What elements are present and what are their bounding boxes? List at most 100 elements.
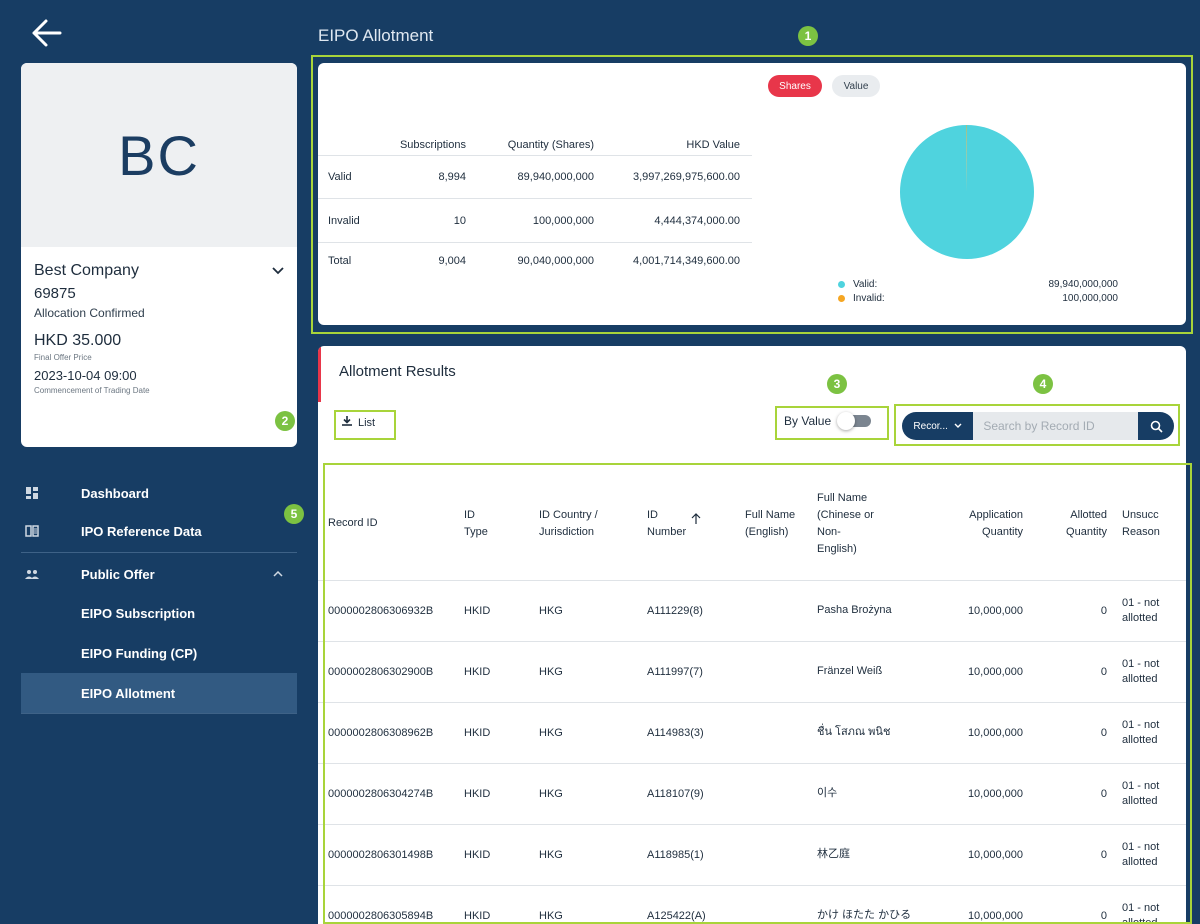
col-application-quantity[interactable]: Application Quantity: [917, 468, 1023, 581]
by-value-toggle[interactable]: By Value: [784, 412, 872, 430]
chevron-up-icon[interactable]: [273, 571, 283, 577]
sidebar-item-eipo-funding[interactable]: EIPO Funding (CP): [21, 633, 297, 673]
callout-5: 5: [284, 504, 304, 524]
cell-full-name-english: [745, 885, 817, 924]
col-allotted-quantity[interactable]: Allotted Quantity: [1023, 468, 1107, 581]
cell-application-quantity: 10,000,000: [917, 580, 1023, 642]
legend-value: 100,000,000: [1062, 292, 1118, 304]
subscriptions-header: Subscriptions: [399, 139, 466, 151]
callout-1: 1: [798, 26, 818, 46]
cell-application-quantity: 10,000,000: [917, 702, 1023, 764]
row-label: Valid: [328, 171, 352, 183]
nav-divider: [21, 552, 297, 553]
page-title: EIPO Allotment: [318, 26, 434, 45]
cell-unsuccessful-reason: 01 - not allotted: [1107, 641, 1186, 703]
cell-id-country: HKG: [539, 824, 647, 886]
sort-arrow-up-icon[interactable]: [691, 512, 701, 525]
trading-date-label: Commencement of Trading Date: [34, 386, 150, 395]
search-bar: Recor...: [902, 412, 1174, 440]
arrow-left-icon: [32, 19, 62, 47]
cell-unsuccessful-reason: 01 - not allotted: [1107, 885, 1186, 924]
cell-unsuccessful-reason: 01 - not allotted: [1107, 824, 1186, 886]
cell-record-id: 0000002806302900B: [318, 641, 464, 703]
search-input[interactable]: [973, 412, 1139, 440]
cell-allotted-quantity: 0: [1023, 885, 1107, 924]
cell-full-name-english: [745, 763, 817, 825]
search-field-select[interactable]: Recor...: [902, 412, 974, 440]
table-row[interactable]: 0000002806304274B HKID HKG A118107(9) 이수 10,0…: [318, 763, 1186, 825]
list-download-button[interactable]: List: [342, 416, 375, 429]
table-row[interactable]: 0000002806306932B HKID HKG A111229(8) Pasha …: [318, 580, 1186, 642]
table-row[interactable]: 0000002806308962B HKID HKG A114983(3) ชื่น โ…: [318, 702, 1186, 764]
cell-allotted-quantity: 0: [1023, 824, 1107, 886]
row-label: Invalid: [328, 214, 360, 227]
col-full-name-english[interactable]: Full Name (English): [745, 468, 817, 581]
cell-id-country: HKG: [539, 580, 647, 642]
quantity-header: Quantity (Shares): [507, 139, 594, 151]
chart-legend: Valid: 89,940,000,000 Invalid: 100,000,0…: [838, 277, 1118, 305]
table-row[interactable]: 0000002806305894B HKID HKG A125422(A) かけ ほたた…: [318, 885, 1186, 924]
search-button[interactable]: [1138, 412, 1174, 440]
cell-full-name-chinese: ชื่น โสภณ พนิช: [817, 702, 917, 764]
col-unsuccessful-reason[interactable]: Unsucc Reason: [1107, 468, 1186, 581]
shares-toggle[interactable]: Shares: [768, 75, 822, 97]
cell-id-type: HKID: [464, 702, 539, 764]
col-label: Full Name (English): [745, 508, 796, 538]
back-button[interactable]: [30, 18, 64, 48]
offer-price-label: Final Offer Price: [34, 353, 92, 362]
row-subscriptions: 10: [453, 214, 466, 227]
sidebar-item-public-offer[interactable]: Public Offer: [21, 555, 297, 593]
cell-id-country: HKG: [539, 702, 647, 764]
cell-record-id: 0000002806301498B: [318, 824, 464, 886]
cell-id-type: HKID: [464, 824, 539, 886]
legend-value: 89,940,000,000: [1048, 278, 1118, 290]
value-toggle[interactable]: Value: [832, 75, 880, 97]
col-full-name-chinese[interactable]: Full Name (Chinese or Non-English): [817, 468, 917, 581]
cell-application-quantity: 10,000,000: [917, 641, 1023, 703]
col-id-country[interactable]: ID Country / Jurisdiction: [539, 468, 647, 581]
col-record-id[interactable]: Record ID: [318, 468, 464, 581]
row-quantity: 90,040,000,000: [517, 255, 594, 267]
toggle-switch[interactable]: [837, 412, 872, 430]
cell-id-type: HKID: [464, 580, 539, 642]
cell-id-number: A125422(A): [647, 885, 745, 924]
col-label: ID Country / Jurisdiction: [539, 508, 598, 538]
col-label: Unsucc Reason: [1122, 508, 1160, 538]
dashboard-icon: [25, 486, 39, 500]
cell-full-name-chinese: Fränzel Weiß: [817, 641, 917, 703]
avatar-initials: BC: [118, 123, 200, 187]
row-quantity: 100,000,000: [532, 214, 594, 227]
col-label: Allotted Quantity: [1066, 508, 1107, 538]
toggle-knob: [837, 412, 856, 430]
sidebar-item-ipo-reference[interactable]: IPO Reference Data: [21, 512, 297, 550]
sidebar-item-dashboard[interactable]: Dashboard: [21, 474, 297, 512]
table-row[interactable]: 0000002806302900B HKID HKG A111997(7) Fränze…: [318, 641, 1186, 703]
download-icon: [342, 416, 352, 429]
legend-item-invalid: Invalid: 100,000,000: [838, 291, 1118, 305]
cell-full-name-chinese: 林乙庭: [817, 824, 917, 886]
book-icon: [25, 524, 39, 538]
company-code: 69875: [34, 285, 76, 302]
cell-full-name-chinese: 이수: [817, 763, 917, 825]
avatar: BC: [21, 63, 297, 247]
sidebar-item-eipo-allotment[interactable]: EIPO Allotment: [21, 673, 297, 713]
pie-chart: [900, 125, 1034, 259]
cell-allotted-quantity: 0: [1023, 763, 1107, 825]
search-field-label: Recor...: [913, 420, 948, 432]
row-subscriptions: 9,004: [438, 255, 466, 267]
hkd-value-header: HKD Value: [686, 139, 740, 151]
col-label: ID Number: [647, 508, 687, 538]
callout-3: 3: [827, 374, 847, 394]
row-label: Total: [328, 255, 352, 267]
sidebar-item-label: Public Offer: [81, 566, 155, 582]
legend-dot-valid: [838, 280, 845, 288]
cell-full-name-english: [745, 824, 817, 886]
chevron-down-icon[interactable]: [272, 267, 284, 275]
table-row[interactable]: 0000002806301498B HKID HKG A118985(1) 林乙庭 10,…: [318, 824, 1186, 886]
row-hkd: 3,997,269,975,600.00: [632, 171, 740, 183]
col-id-number[interactable]: ID Number: [647, 468, 745, 581]
col-label: Application Quantity: [969, 508, 1023, 538]
sidebar-item-eipo-subscription[interactable]: EIPO Subscription: [21, 593, 297, 633]
col-id-type[interactable]: ID Type: [464, 468, 539, 581]
section-title: Allotment Results: [339, 363, 456, 380]
